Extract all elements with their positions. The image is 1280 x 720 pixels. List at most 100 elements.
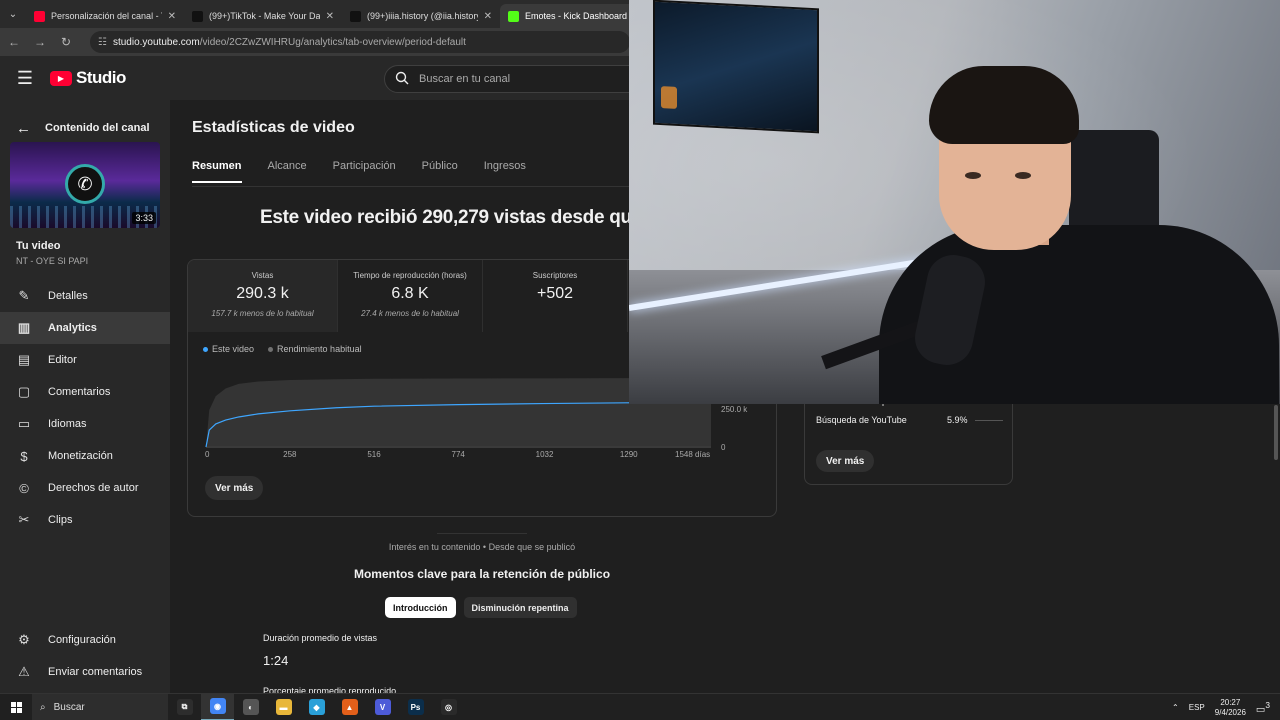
sidebar-item-configuración[interactable]: ⚙ Configuración [0, 624, 170, 656]
notification-icon[interactable]: ▭3 [1256, 700, 1270, 715]
site-info-icon[interactable]: ☷ [98, 37, 107, 48]
sidebar-item-label: Comentarios [48, 386, 111, 398]
avg-duration-value: 1:24 [263, 653, 289, 668]
browser-tab[interactable]: (99+)TikTok - Make Your Day ✕ [184, 4, 342, 28]
close-tab-icon[interactable]: ✕ [168, 11, 176, 22]
legend-dot [268, 347, 274, 353]
studio-logo[interactable]: ▶ Studio [50, 68, 126, 88]
hamburger-menu-icon[interactable]: ☰ [0, 68, 50, 89]
scrollbar[interactable] [1274, 405, 1278, 460]
legend-item[interactable]: Rendimiento habitual [268, 344, 362, 354]
see-more-button[interactable]: Ver más [205, 476, 264, 500]
sidebar-item-enviar-comentarios[interactable]: ⚠ Enviar comentarios [0, 656, 170, 688]
tab-resumen[interactable]: Resumen [192, 160, 242, 183]
sidebar-item-analytics[interactable]: ▥ Analytics [0, 312, 170, 344]
taskbar-search[interactable]: ⌕ Buscar [32, 693, 168, 720]
windows-taskbar: ⌕ Buscar ⧉ ◉ ◐ ▬ ◆ ▲ V Ps ◎ ⌃ ESP 20:27 9/4/2026… [0, 693, 1280, 720]
tab-title: Personalización del canal - YouTube [51, 11, 162, 21]
chevron-up-icon[interactable]: ⌃ [1172, 703, 1179, 712]
y-tick-label: 0 [721, 443, 726, 452]
tab-público[interactable]: Público [422, 160, 458, 183]
task-view-icon: ⧉ [176, 699, 193, 715]
person-hair [929, 66, 1079, 144]
x-tick-label: 1032 [535, 450, 554, 459]
windows-start-icon[interactable] [0, 701, 32, 713]
back-to-content-link[interactable]: ← Contenido del canal [0, 100, 170, 142]
channel-search-input[interactable]: Buscar en tu canal [384, 65, 644, 93]
tab-title: (99+)TikTok - Make Your Day [209, 11, 320, 21]
sidebar-item-monetización[interactable]: $ Monetización [0, 440, 170, 472]
taskbar-app-button[interactable]: ◉ [201, 693, 234, 720]
reload-icon[interactable]: ↻ [58, 35, 74, 49]
browser-tab[interactable]: Personalización del canal - YouTube ✕ [26, 4, 184, 28]
taskbar-app-button[interactable]: ◆ [300, 694, 333, 720]
taskbar-app-button[interactable]: V [366, 694, 399, 720]
notification-count: 3 [1265, 699, 1270, 710]
language-indicator[interactable]: ESP [1189, 703, 1205, 712]
legend-label: Rendimiento habitual [277, 344, 362, 354]
webcam-overlay [629, 0, 1280, 404]
back-arrow-icon[interactable]: ← [6, 35, 22, 49]
taskbar-app-button[interactable]: Ps [399, 694, 432, 720]
moment-pills: Introducción Disminución repentina [385, 597, 577, 618]
sidebar-item-editor[interactable]: ▤ Editor [0, 344, 170, 376]
screen: ⌄ Personalización del canal - YouTube✕(9… [0, 0, 1280, 720]
sidebar: ← Contenido del canal ✆ 3:33 Tu video NT… [0, 100, 170, 693]
x-tick-label: 258 [283, 450, 297, 459]
x-tick-label: 516 [367, 450, 381, 459]
metric-label: Tiempo de reproducción (horas) [353, 271, 467, 280]
legend-item[interactable]: Este video [203, 344, 254, 354]
tab-participación[interactable]: Participación [333, 160, 396, 183]
x-tick-label: 774 [451, 450, 465, 459]
metric-tile[interactable]: Tiempo de reproducción (horas) 6.8 K 27.4 … [338, 260, 483, 332]
scissors-icon: ✂ [18, 512, 30, 527]
video-thumbnail[interactable]: ✆ 3:33 [10, 142, 160, 228]
tab-ingresos[interactable]: Ingresos [484, 160, 526, 183]
sidebar-item-label: Analytics [48, 322, 97, 334]
taskbar-app-button[interactable]: ⧉ [168, 694, 201, 720]
taskbar-app-button[interactable]: ◐ [234, 694, 267, 720]
close-tab-icon[interactable]: ✕ [326, 11, 334, 22]
sidebar-item-comentarios[interactable]: ▢ Comentarios [0, 376, 170, 408]
taskbar-app-button[interactable]: ▬ [267, 694, 300, 720]
metric-comparison: 27.4 k menos de lo habitual [361, 309, 459, 318]
files-icon: ▬ [275, 699, 292, 715]
metric-value: 6.8 K [391, 285, 429, 302]
moment-pill[interactable]: Disminución repentina [463, 597, 577, 618]
sidebar-item-derechos-de-autor[interactable]: © Derechos de autor [0, 472, 170, 504]
tab-alcance[interactable]: Alcance [268, 160, 307, 183]
sidebar-item-label: Enviar comentarios [48, 666, 143, 678]
metric-tile[interactable]: Suscriptores +502 [483, 260, 628, 332]
sidebar-item-detalles[interactable]: ✎ Detalles [0, 280, 170, 312]
youtube-play-icon: ▶ [50, 70, 72, 86]
tab-title: (99+)iiia.history (@iia.history) | TikTo… [367, 11, 478, 21]
tab-search-icon[interactable]: ⌄ [0, 0, 26, 28]
photoshop-icon: Ps [407, 699, 424, 715]
url-field[interactable]: ☷ studio.youtube.com/video/2CZwZWIHRUg/a… [90, 31, 630, 53]
metric-tile[interactable]: Vistas 290.3 k 157.7 k menos de lo habitua… [188, 260, 338, 332]
legend-label: Este video [212, 344, 255, 354]
browser-tab[interactable]: (99+)iiia.history (@iia.history) | TikTo… [342, 4, 500, 28]
person-eye [965, 172, 981, 179]
clock[interactable]: 20:27 9/4/2026 [1215, 698, 1246, 718]
thumbnail-duration: 3:33 [132, 212, 156, 224]
moment-pill[interactable]: Introducción [385, 597, 456, 618]
sidebar-item-clips[interactable]: ✂ Clips [0, 504, 170, 536]
taskbar-app-button[interactable]: ▲ [333, 694, 366, 720]
brave-icon: ▲ [341, 699, 358, 715]
url-path: /video/2CZwZWIHRUg/analytics/tab-overvie… [199, 36, 466, 48]
close-tab-icon[interactable]: ✕ [484, 11, 492, 22]
traffic-see-more-button[interactable]: Ver más [816, 450, 875, 472]
analytics-icon: ▥ [17, 320, 31, 335]
back-label: Contenido del canal [45, 122, 150, 134]
tab-favicon-icon [350, 10, 361, 22]
taskbar-app-button[interactable]: ◎ [432, 694, 465, 720]
back-arrow-icon: ← [16, 119, 31, 137]
forward-arrow-icon[interactable]: → [32, 35, 48, 49]
copyright-icon: © [19, 480, 29, 496]
video-title-label: Tu video [16, 240, 61, 252]
sidebar-item-idiomas[interactable]: ▭ Idiomas [0, 408, 170, 440]
traffic-source-row[interactable]: Búsqueda de YouTube 5.9% [816, 415, 1006, 425]
metric-value: 290.3 k [236, 285, 289, 302]
legend-dot [203, 347, 208, 353]
